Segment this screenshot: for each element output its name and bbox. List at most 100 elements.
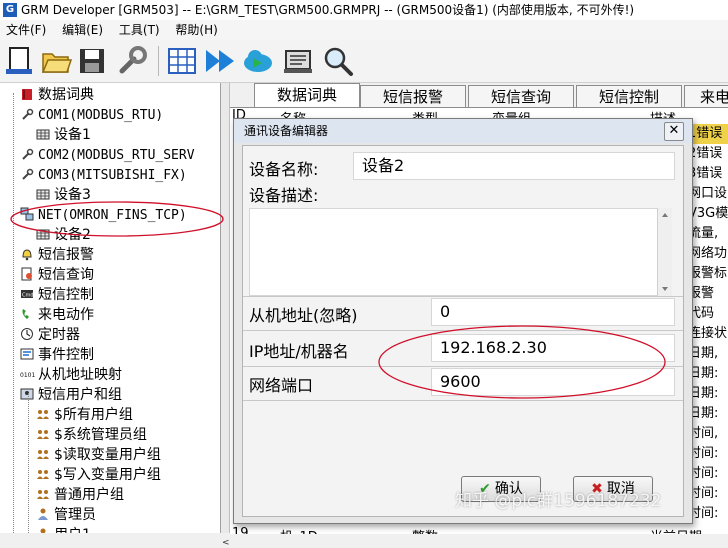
grid-cell-description: 日期:	[688, 386, 719, 401]
user-icon	[38, 508, 48, 520]
toolbar	[0, 40, 728, 83]
device-desc-field[interactable]	[249, 208, 669, 296]
save-icon[interactable]	[76, 45, 108, 77]
grid-cell-description: 日期:	[688, 406, 719, 421]
device-editor-dialog: 通讯设备编辑器 ✕ 设备名称: 设备2 设备描述: 从机地址(忽略) 0 IP地…	[233, 118, 693, 524]
tree-item[interactable]: 数据词典	[20, 85, 94, 105]
network-port-field[interactable]: 9600	[431, 368, 675, 396]
tree-guide-line	[13, 93, 14, 533]
binary-icon: 0101	[20, 372, 35, 379]
run-icon[interactable]	[204, 45, 236, 77]
ip-address-label: IP地址/机器名	[249, 342, 349, 361]
device-icon[interactable]	[282, 45, 314, 77]
plug-icon	[22, 108, 34, 120]
slave-address-field[interactable]: 0	[431, 298, 675, 326]
tree-item[interactable]: 设备2	[36, 225, 91, 245]
tree-item[interactable]: 来电动作	[20, 305, 94, 325]
tree-item[interactable]: 设备3	[36, 185, 91, 205]
ip-address-field[interactable]: 192.168.2.30	[431, 334, 675, 362]
close-icon[interactable]: ✕	[664, 122, 684, 141]
menu-edit[interactable]: 编辑(E)	[62, 23, 103, 37]
tab-incoming-call[interactable]: 来电	[684, 85, 728, 108]
tab-data-dictionary[interactable]: 数据词典	[254, 83, 360, 108]
project-tree[interactable]: 数据词典 COM1(MODBUS_RTU) 设备1 COM2(MODBUS_RTU_S…	[0, 83, 221, 533]
watermark: 知乎 @plc群1596187232	[455, 491, 662, 511]
grid-cell-description: 时间:	[688, 486, 719, 501]
tree-guide-line	[28, 393, 29, 533]
book-icon	[22, 89, 32, 100]
grid-cell-description: V3G模	[688, 206, 728, 221]
menu-bar: 文件(F) 编辑(E) 工具(T) 帮助(H)	[0, 20, 728, 40]
wrench-icon[interactable]	[116, 45, 148, 77]
menu-help[interactable]: 帮助(H)	[175, 23, 217, 37]
tree-item[interactable]: 普通用户组	[36, 485, 124, 505]
grid-cell-description: 日期:	[688, 366, 719, 381]
tree-item-label: $系统管理员组	[54, 427, 147, 443]
grid-cell-description: 时间:	[688, 466, 719, 481]
tree-item[interactable]: 短信报警	[20, 245, 94, 265]
tree-item[interactable]: COM2(MODBUS_RTU_SERV	[20, 145, 195, 165]
dialog-body: 设备名称: 设备2 设备描述: 从机地址(忽略) 0 IP地址/机器名 192.…	[242, 145, 684, 517]
tree-item[interactable]: $所有用户组	[36, 405, 133, 425]
tree-item-label: 设备1	[54, 127, 91, 143]
tree-item[interactable]: Cmd 短信控制	[20, 285, 94, 305]
tree-item-label: 设备2	[54, 227, 91, 243]
tree-item[interactable]: 管理员	[36, 505, 96, 525]
tree-item[interactable]: 短信用户和组	[20, 385, 122, 405]
row-separator	[243, 366, 683, 367]
group-icon	[37, 470, 49, 479]
tree-item[interactable]: 设备1	[36, 125, 91, 145]
tree-item-label: 用户1	[54, 527, 91, 533]
tab-sms-alarm[interactable]: 短信报警	[360, 85, 466, 108]
svg-text:0101: 0101	[20, 372, 35, 379]
menu-tools[interactable]: 工具(T)	[119, 23, 160, 37]
tab-sms-control[interactable]: 短信控制	[576, 85, 682, 108]
device-name-label: 设备名称:	[249, 160, 319, 179]
tree-item-label: 从机地址映射	[38, 367, 122, 383]
tree-item[interactable]: COM1(MODBUS_RTU)	[20, 105, 163, 125]
tree-item[interactable]: $写入变量用户组	[36, 465, 161, 485]
tree-item[interactable]: COM3(MITSUBISHI_FX)	[20, 165, 187, 185]
grid-description-column: 1错误 2错误 3错误 网口设 V3G模 流量, 网络功 报警标 报警 代码 连接状 日期, 日期: 日期…	[688, 124, 728, 524]
tree-item-label: NET(OMRON_FINS_TCP)	[38, 208, 187, 223]
grid-cell-description: 报警	[688, 286, 715, 301]
tree-item-label: $写入变量用户组	[54, 467, 161, 483]
open-icon[interactable]	[40, 45, 73, 77]
grid-cell-description: 报警标	[688, 266, 728, 281]
tree-item-label: 来电动作	[38, 307, 94, 323]
device-icon	[36, 129, 50, 140]
tab-sms-query[interactable]: 短信查询	[468, 85, 574, 108]
menu-file[interactable]: 文件(F)	[6, 23, 46, 37]
grid-cell-description: 流量,	[688, 226, 719, 241]
grid-icon[interactable]	[166, 45, 198, 77]
tree-item-label: 数据词典	[38, 87, 94, 103]
tree-item[interactable]: 用户1	[36, 525, 91, 533]
splitter[interactable]: <	[221, 83, 230, 548]
event-icon	[20, 348, 34, 360]
tree-item-label: $读取变量用户组	[54, 447, 161, 463]
tree-item-label: COM2(MODBUS_RTU_SERV	[38, 148, 195, 163]
device-desc-label: 设备描述:	[249, 186, 319, 205]
cloud-sync-icon[interactable]	[242, 45, 274, 77]
search-icon[interactable]	[322, 45, 354, 77]
device-icon	[36, 229, 50, 240]
tree-item[interactable]: 0101 从机地址映射	[20, 365, 122, 385]
slave-address-label: 从机地址(忽略)	[249, 306, 358, 325]
tree-item-label: 短信用户和组	[38, 387, 122, 403]
tree-item-label: 设备3	[54, 187, 91, 203]
grid-cell-description: 网口设	[688, 186, 728, 201]
tree-item[interactable]: NET(OMRON_FINS_TCP)	[20, 205, 187, 225]
tree-item-label: 短信控制	[38, 287, 94, 303]
desc-scrollbar[interactable]	[657, 208, 672, 296]
tree-item[interactable]: 定时器	[20, 325, 80, 345]
tree-item-label: COM3(MITSUBISHI_FX)	[38, 168, 187, 183]
tree-item[interactable]: $系统管理员组	[36, 425, 147, 445]
tree-item[interactable]: 短信查询	[20, 265, 94, 285]
device-name-field[interactable]: 设备2	[353, 152, 675, 180]
plug-icon	[22, 168, 34, 180]
grid-cell-description: 时间:	[688, 446, 719, 461]
new-icon[interactable]	[4, 45, 36, 77]
toolbar-separator	[158, 46, 159, 76]
tree-item[interactable]: $读取变量用户组	[36, 445, 161, 465]
tree-item[interactable]: 事件控制	[20, 345, 94, 365]
